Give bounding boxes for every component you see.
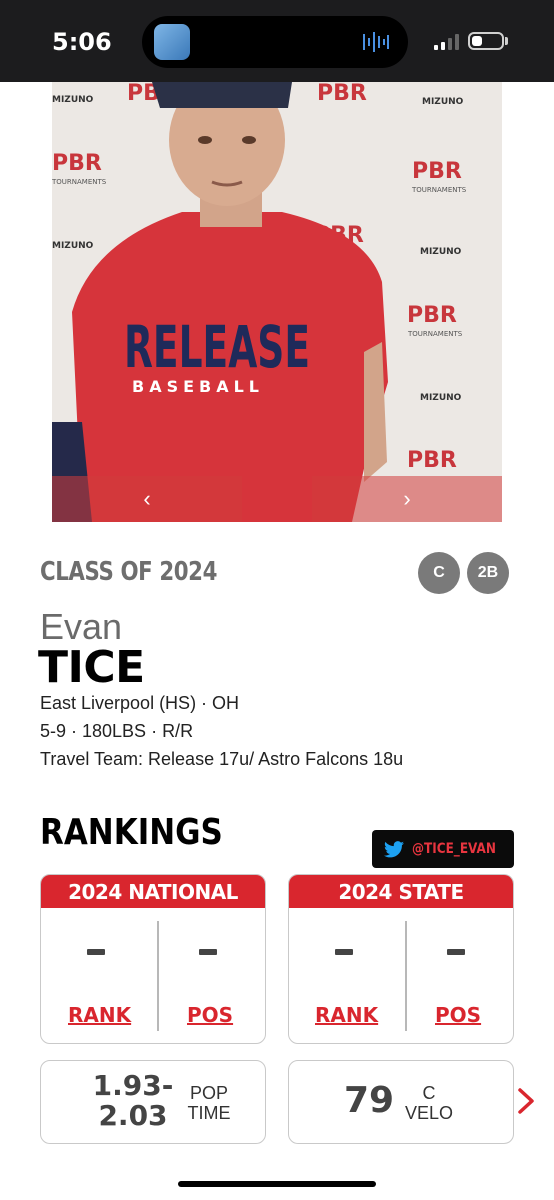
- pop-time-card[interactable]: 1.93- 2.03 POP TIME: [40, 1060, 266, 1144]
- photo-prev-button[interactable]: ‹: [52, 476, 242, 522]
- pop-time-label-line2: TIME: [187, 1103, 231, 1123]
- shirt-text-release: RELEASE: [124, 313, 310, 381]
- chevron-left-icon: ‹: [143, 486, 151, 511]
- national-pos-link[interactable]: POS: [187, 1003, 233, 1027]
- twitter-button[interactable]: @TICE_EVAN: [372, 830, 514, 868]
- svg-text:PBR: PBR: [407, 448, 457, 473]
- national-rank-link[interactable]: RANK: [68, 1003, 131, 1027]
- c-velo-label-line1: C: [422, 1083, 436, 1103]
- c-velo-value: 79: [343, 1080, 395, 1121]
- pop-time-value-line2: 2.03: [98, 1099, 168, 1132]
- pop-time-label-line1: POP: [189, 1083, 228, 1103]
- audio-wave-icon: [363, 32, 389, 52]
- state-pos-value: [447, 949, 465, 955]
- player-last-name: TICE: [38, 642, 145, 693]
- svg-text:MIZUNO: MIZUNO: [420, 393, 462, 403]
- chevron-right-icon[interactable]: [516, 1086, 536, 1116]
- svg-text:MIZUNO: MIZUNO: [420, 247, 462, 257]
- svg-text:TOURNAMENTS: TOURNAMENTS: [407, 330, 463, 338]
- twitter-bird-icon: [384, 840, 404, 857]
- school-line: East Liverpool (HS) · OH: [40, 693, 240, 713]
- player-photo-image: PBR PBR PBR PBR PBR PBR PBR MIZUNO MIZUN…: [52, 82, 502, 522]
- svg-text:MIZUNO: MIZUNO: [52, 241, 94, 251]
- state-rank-value: [335, 949, 353, 955]
- national-rank-value: [87, 949, 105, 955]
- backdrop-sub: TOURNAMENTS: [52, 178, 107, 186]
- c-velo-label-line2: VELO: [404, 1103, 454, 1123]
- home-indicator[interactable]: [178, 1181, 376, 1187]
- svg-text:TOURNAMENTS: TOURNAMENTS: [411, 186, 467, 194]
- svg-text:PBR: PBR: [52, 151, 102, 176]
- state-ranking-header: 2024 STATE: [289, 875, 513, 908]
- class-label: CLASS OF 2024: [40, 557, 218, 587]
- national-pos-value: [199, 949, 217, 955]
- dynamic-island[interactable]: [142, 16, 408, 68]
- shirt-text-baseball: BASEBALL: [132, 377, 264, 396]
- player-photo: PBR PBR PBR PBR PBR PBR PBR MIZUNO MIZUN…: [52, 82, 502, 522]
- status-time: 5:06: [52, 28, 112, 56]
- c-velo-card[interactable]: 79 C VELO: [288, 1060, 514, 1144]
- state-ranking-card: 2024 STATE RANK POS: [288, 874, 514, 1044]
- state-pos-link[interactable]: POS: [435, 1003, 481, 1027]
- battery-cap: [505, 37, 508, 45]
- position-badge-2b: 2B: [467, 552, 509, 594]
- app-thumbnail-icon: [154, 24, 190, 60]
- card-divider: [405, 921, 407, 1031]
- svg-text:PBR: PBR: [407, 303, 457, 328]
- svg-text:PBR: PBR: [412, 159, 462, 184]
- national-ranking-header: 2024 NATIONAL: [41, 875, 265, 908]
- backdrop-brand: MIZUNO: [52, 95, 94, 105]
- position-badge-c: C: [418, 552, 460, 594]
- twitter-handle: @TICE_EVAN: [412, 841, 496, 857]
- photo-next-button[interactable]: ›: [312, 476, 502, 522]
- svg-text:MIZUNO: MIZUNO: [422, 97, 464, 107]
- card-divider: [157, 921, 159, 1031]
- chevron-right-icon: ›: [403, 486, 411, 511]
- cellular-signal-icon: [434, 34, 459, 50]
- travel-team-line: Travel Team: Release 17u/ Astro Falcons …: [40, 749, 404, 769]
- status-bar: 5:06: [0, 0, 554, 82]
- rankings-title: RANKINGS: [40, 812, 223, 853]
- pop-time-value-line1: 1.93-: [92, 1069, 174, 1102]
- physical-line: 5-9 · 180LBS · R/R: [40, 721, 194, 741]
- state-rank-link[interactable]: RANK: [315, 1003, 378, 1027]
- national-ranking-card: 2024 NATIONAL RANK POS: [40, 874, 266, 1044]
- backdrop-logo: PBR: [317, 82, 367, 106]
- battery-icon: [468, 32, 504, 50]
